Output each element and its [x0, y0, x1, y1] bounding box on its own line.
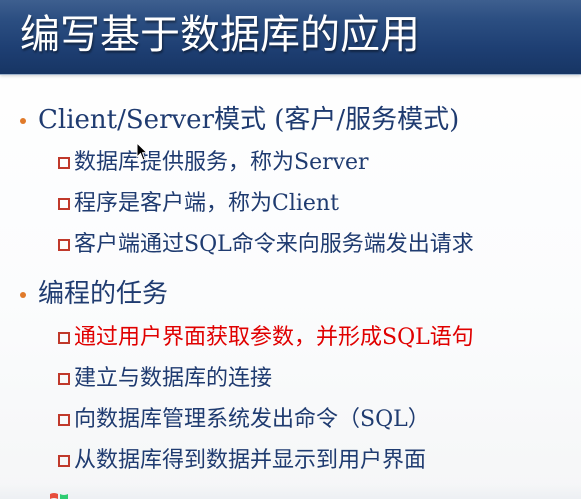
square-bullet-icon [58, 332, 70, 344]
section-heading-row-1: Client/Server模式 (客户/服务模式) [20, 103, 459, 137]
list-item-text: 从数据库得到数据并显示到用户界面 [74, 448, 427, 473]
square-bullet-icon [58, 239, 70, 251]
list-item: 程序是客户端，称为Client [58, 189, 339, 219]
list-item: 数据库提供服务，称为Server [58, 148, 369, 178]
square-bullet-icon [58, 414, 70, 426]
list-item-text-highlighted: 通过用户界面获取参数，并形成SQL语句 [74, 325, 474, 350]
title-bar: 编写基于数据库的应用 [0, 0, 581, 74]
list-item: 向数据库管理系统发出命令（SQL） [58, 405, 430, 435]
square-bullet-icon [58, 373, 70, 385]
list-item: 从数据库得到数据并显示到用户界面 [58, 446, 426, 476]
list-item-text: 建立与数据库的连接 [74, 366, 273, 391]
square-bullet-icon [58, 455, 70, 467]
slide-title: 编写基于数据库的应用 [20, 12, 420, 58]
square-bullet-icon [58, 157, 70, 169]
list-item-text: 程序是客户端，称为Client [74, 191, 339, 216]
mouse-cursor-icon [136, 142, 148, 161]
list-item-text: 数据库提供服务，称为Server [74, 150, 369, 175]
bullet-dot-icon [20, 118, 26, 124]
list-item-text: 向数据库管理系统发出命令（SQL） [74, 407, 430, 432]
list-item: 通过用户界面获取参数，并形成SQL语句 [58, 323, 474, 353]
list-item: 客户端通过SQL命令来向服务端发出请求 [58, 230, 474, 260]
list-item: 建立与数据库的连接 [58, 364, 272, 394]
square-bullet-icon [58, 198, 70, 210]
section-heading-row-2: 编程的任务 [20, 277, 168, 311]
section-heading-1: Client/Server模式 (客户/服务模式) [38, 105, 460, 135]
list-item-text: 客户端通过SQL命令来向服务端发出请求 [74, 232, 474, 257]
windows-logo-icon [50, 493, 68, 499]
slide: 编写基于数据库的应用 Client/Server模式 (客户/服务模式) 数据库… [0, 0, 581, 499]
section-heading-2: 编程的任务 [38, 279, 169, 309]
bottom-fade [0, 484, 581, 499]
bullet-dot-icon [20, 292, 26, 298]
